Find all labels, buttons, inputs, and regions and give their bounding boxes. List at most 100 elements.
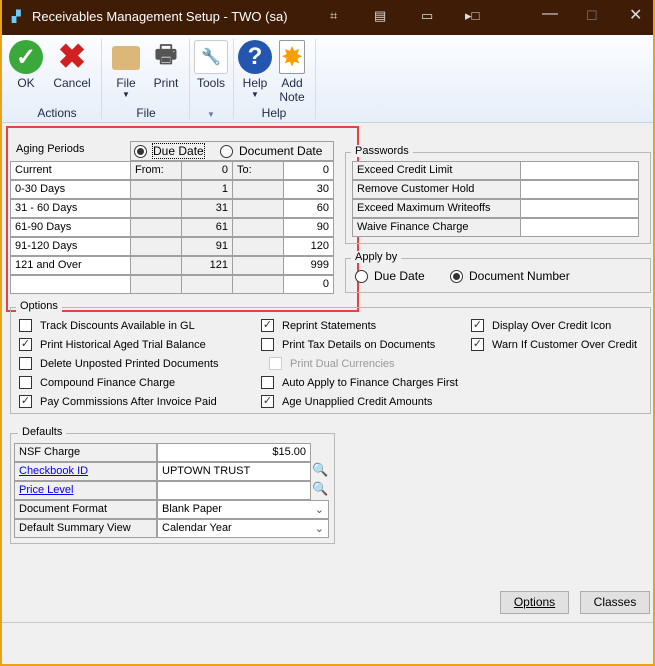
aging-to-value[interactable]: 30: [283, 180, 334, 199]
aging-to-label: [232, 275, 284, 294]
radio-apply-due-date[interactable]: Due Date: [355, 269, 425, 283]
aging-from-value: 1: [181, 180, 233, 199]
option-checkbox[interactable]: ✓ Print Historical Aged Trial Balance: [19, 338, 206, 351]
password-input[interactable]: [520, 180, 639, 199]
help-label: Help: [242, 76, 268, 90]
aging-period-name[interactable]: 31 - 60 Days: [10, 199, 131, 218]
tools-group-arrow[interactable]: ▼: [190, 110, 232, 119]
option-checkbox[interactable]: ✓ Reprint Statements: [261, 319, 376, 332]
aging-from-label: [130, 218, 182, 237]
aging-to-value[interactable]: 90: [283, 218, 334, 237]
group-actions: Actions: [37, 106, 77, 120]
option-checkbox[interactable]: ✓ Pay Commissions After Invoice Paid: [19, 395, 217, 408]
document-format-label: Document Format: [14, 500, 157, 519]
status-divider: [2, 622, 653, 623]
price-level-input[interactable]: [157, 481, 311, 500]
title-bar: ▞ Receivables Management Setup - TWO (sa…: [2, 0, 653, 35]
password-input[interactable]: [520, 199, 639, 218]
summary-view-select[interactable]: Calendar Year ⌄: [157, 519, 329, 538]
print-button[interactable]: 🖶 Print: [148, 38, 184, 91]
crop-icon[interactable]: ⌗: [330, 8, 337, 24]
option-label: Delete Unposted Printed Documents: [40, 357, 219, 370]
aging-from-value: 31: [181, 199, 233, 218]
checkbook-lookup-icon[interactable]: 🔍: [312, 462, 329, 480]
option-checkbox[interactable]: Auto Apply to Finance Charges First: [261, 376, 458, 389]
layout-icon[interactable]: ▭: [421, 8, 433, 24]
aging-to-label: To:: [232, 161, 284, 180]
checkbook-id-label: Checkbook ID: [14, 462, 157, 481]
nsf-charge-input[interactable]: $15.00: [157, 443, 311, 462]
option-label: Compound Finance Charge: [40, 376, 176, 389]
aging-to-label: [232, 256, 284, 275]
report-icon[interactable]: ▤: [374, 8, 386, 24]
document-format-select[interactable]: Blank Paper ⌄: [157, 500, 329, 519]
aging-period-name[interactable]: Current: [10, 161, 131, 180]
tools-icon: 🔧: [194, 40, 228, 74]
tools-button[interactable]: 🔧 Tools: [193, 38, 229, 90]
close-button[interactable]: ✕: [629, 5, 642, 25]
aging-period-name[interactable]: [10, 275, 131, 294]
checkbox-icon: [269, 357, 282, 370]
aging-from-value: [181, 275, 233, 294]
printer-icon: 🖶: [154, 40, 178, 68]
option-checkbox[interactable]: Track Discounts Available in GL: [19, 319, 195, 332]
file-label: File: [116, 76, 136, 90]
option-checkbox[interactable]: Print Tax Details on Documents: [261, 338, 435, 351]
cancel-label: Cancel: [53, 76, 91, 90]
option-checkbox[interactable]: Delete Unposted Printed Documents: [19, 357, 219, 370]
aging-from-value: 121: [181, 256, 233, 275]
options-label: Options: [16, 300, 62, 312]
option-checkbox[interactable]: ✓ Warn If Customer Over Credit: [471, 338, 637, 351]
aging-to-value[interactable]: 0: [283, 161, 334, 180]
checkbook-id-link[interactable]: Checkbook ID: [19, 465, 88, 477]
checkbook-id-input[interactable]: UPTOWN TRUST: [157, 462, 311, 481]
help-button[interactable]: ? Help ▼: [237, 38, 273, 99]
option-checkbox[interactable]: Compound Finance Charge: [19, 376, 175, 389]
minimize-button[interactable]: —: [542, 5, 558, 23]
aging-to-label: [232, 180, 284, 199]
price-level-lookup-icon[interactable]: 🔍: [312, 481, 329, 499]
check-icon: ✓: [9, 40, 43, 74]
aging-to-label: [232, 199, 284, 218]
window-title: Receivables Management Setup - TWO (sa): [32, 9, 288, 24]
password-label: Remove Customer Hold: [352, 180, 521, 199]
summary-view-label: Default Summary View: [14, 519, 157, 538]
classes-button[interactable]: Classes: [580, 591, 650, 614]
option-checkbox: Print Dual Currencies: [269, 357, 395, 370]
options-button-label: Options: [513, 595, 556, 609]
maximize-button[interactable]: ☐: [586, 8, 598, 24]
price-level-link[interactable]: Price Level: [19, 484, 73, 496]
option-label: Auto Apply to Finance Charges First: [282, 376, 459, 389]
aging-to-value[interactable]: 120: [283, 237, 334, 256]
option-label: Pay Commissions After Invoice Paid: [40, 395, 217, 408]
ok-button[interactable]: ✓ OK: [8, 38, 44, 90]
aging-to-value[interactable]: 60: [283, 199, 334, 218]
options-button[interactable]: Options: [500, 591, 569, 614]
summary-view-value: Calendar Year: [162, 522, 232, 534]
apply-by-label: Apply by: [351, 251, 402, 263]
file-button[interactable]: File ▼: [108, 38, 144, 99]
add-note-button[interactable]: ✸ Add Note: [274, 38, 310, 104]
aging-to-value[interactable]: 0: [283, 275, 334, 294]
option-label: Print Historical Aged Trial Balance: [40, 338, 206, 351]
option-checkbox[interactable]: ✓ Display Over Credit Icon: [471, 319, 611, 332]
aging-from-label: [130, 199, 182, 218]
checkbox-icon: ✓: [19, 338, 32, 351]
aging-to-label: [232, 237, 284, 256]
aging-period-name[interactable]: 91-120 Days: [10, 237, 131, 256]
cancel-button[interactable]: ✖ Cancel: [50, 38, 94, 90]
checkbox-icon: [261, 376, 274, 389]
checkbox-icon: ✓: [261, 395, 274, 408]
aging-period-name[interactable]: 121 and Over: [10, 256, 131, 275]
aging-from-value: 61: [181, 218, 233, 237]
aging-to-value[interactable]: 999: [283, 256, 334, 275]
option-checkbox[interactable]: ✓ Age Unapplied Credit Amounts: [261, 395, 432, 408]
password-input[interactable]: [520, 161, 639, 180]
screen-icon[interactable]: ▸□: [465, 8, 479, 24]
aging-period-name[interactable]: 61-90 Days: [10, 218, 131, 237]
radio-apply-document-number[interactable]: Document Number: [450, 269, 570, 283]
password-input[interactable]: [520, 218, 639, 237]
aging-period-name[interactable]: 0-30 Days: [10, 180, 131, 199]
chevron-down-icon: ⌄: [314, 504, 324, 516]
option-label: Track Discounts Available in GL: [40, 319, 195, 332]
